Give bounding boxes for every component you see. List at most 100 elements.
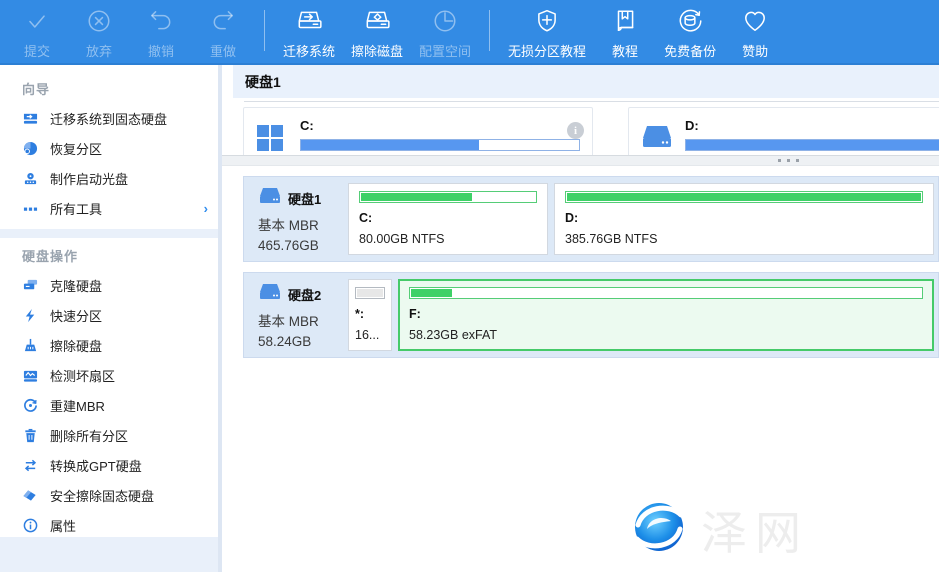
hard-drive-icon <box>641 118 671 155</box>
sidebar-section-divider <box>0 229 218 238</box>
tutorial-label: 教程 <box>612 44 638 59</box>
volume-overview: C: i D: <box>243 107 939 155</box>
sidebar-item-all-tools[interactable]: 所有工具 › <box>0 193 218 223</box>
lightning-icon <box>22 307 38 323</box>
toolbar: 提交 放弃 撤销 重做 迁移系统 擦除磁盘 配置空间 无损分区教程 教程 免费备… <box>0 0 939 65</box>
sidebar-item-delete-all-partitions[interactable]: 删除所有分区 <box>0 420 218 450</box>
disk-scheme: MBR <box>289 218 319 233</box>
info-icon[interactable]: i <box>567 122 584 139</box>
migrate-system-button[interactable]: 迁移系统 <box>275 0 343 63</box>
wipe-disk-label: 擦除磁盘 <box>351 44 403 59</box>
partition-info: 58.23GB exFAT <box>409 328 923 342</box>
sidebar-section-disk-ops-title: 硬盘操作 <box>0 244 218 270</box>
sidebar-item-secure-erase-ssd[interactable]: 安全擦除固态硬盘 <box>0 480 218 510</box>
shield-plus-icon <box>534 6 560 36</box>
volume-letter: C: <box>300 118 580 133</box>
sidebar-item-label: 擦除硬盘 <box>50 336 102 355</box>
partition-usage-bar <box>565 191 923 203</box>
pie-chart-icon <box>22 140 38 156</box>
partition-usage-bar <box>409 287 923 299</box>
discard-button[interactable]: 放弃 <box>68 0 130 63</box>
disk-row-2: 硬盘2 基本 MBR 58.24GB *: 16... F: 58.23GB e… <box>243 272 939 358</box>
surface-test-icon <box>22 367 38 383</box>
disk-row-1: 硬盘1 基本 MBR 465.76GB C: 80.00GB NTFS D: 3… <box>243 176 939 262</box>
sidebar-item-label: 制作启动光盘 <box>50 169 128 188</box>
trash-icon <box>22 427 38 443</box>
toolbar-separator <box>264 10 265 51</box>
partition-letter: D: <box>565 211 923 225</box>
disk-size: 465.76GB <box>258 238 348 253</box>
submit-label: 提交 <box>24 44 50 59</box>
undo-arrow-icon <box>148 6 174 36</box>
partition-info: 385.76GB NTFS <box>565 232 923 246</box>
toolbar-separator <box>489 10 490 51</box>
partition-unnamed[interactable]: *: 16... <box>348 279 392 351</box>
sidebar-item-clone-disk[interactable]: 克隆硬盘 <box>0 270 218 300</box>
disk-arrow-icon <box>22 110 38 126</box>
redo-arrow-icon <box>210 6 236 36</box>
cancel-circle-icon <box>86 6 112 36</box>
sidebar-item-label: 重建MBR <box>50 396 105 415</box>
disk1-info[interactable]: 硬盘1 基本 MBR 465.76GB <box>244 183 348 255</box>
sidebar-item-check-bad-sectors[interactable]: 检测坏扇区 <box>0 360 218 390</box>
partition-letter: C: <box>359 211 537 225</box>
disk-name: 硬盘1 <box>288 189 321 208</box>
pie-clock-icon <box>432 6 458 36</box>
sidebar-item-label: 克隆硬盘 <box>50 276 102 295</box>
sponsor-label: 赞助 <box>742 44 768 59</box>
tutorial-button[interactable]: 教程 <box>594 0 656 63</box>
disk-size: 58.24GB <box>258 334 348 349</box>
volume-card-c[interactable]: C: i <box>243 107 593 155</box>
wipe-disk-button[interactable]: 擦除磁盘 <box>343 0 411 63</box>
sidebar-section-wizard-title: 向导 <box>0 77 218 103</box>
redo-label: 重做 <box>210 44 236 59</box>
sidebar-item-label: 所有工具 <box>50 199 102 218</box>
sidebar-item-properties[interactable]: 属性 <box>0 510 218 540</box>
disk2-info[interactable]: 硬盘2 基本 MBR 58.24GB <box>244 279 348 351</box>
sidebar-item-label: 安全擦除固态硬盘 <box>50 486 154 505</box>
sidebar-item-label: 恢复分区 <box>50 139 102 158</box>
volume-card-d[interactable]: D: <box>628 107 939 155</box>
partition-info: 16... <box>355 328 385 342</box>
clone-disks-icon <box>22 277 38 293</box>
disk-scheme: MBR <box>289 314 319 329</box>
rebuild-circular-arrow-icon <box>22 397 38 413</box>
watermark: 泽网 <box>627 495 809 564</box>
tab-disk1[interactable]: 硬盘1 <box>233 72 281 92</box>
panel-splitter[interactable] <box>222 155 939 166</box>
redo-button[interactable]: 重做 <box>192 0 254 63</box>
allocate-space-button[interactable]: 配置空间 <box>411 0 479 63</box>
volume-letter: D: <box>685 118 939 133</box>
partition-tutorial-label: 无损分区教程 <box>508 44 586 59</box>
free-backup-label: 免费备份 <box>664 44 716 59</box>
heart-icon <box>742 6 768 36</box>
watermark-text: 泽网 <box>701 497 809 563</box>
sidebar-item-convert-to-gpt[interactable]: 转换成GPT硬盘 <box>0 450 218 480</box>
undo-label: 撤销 <box>148 44 174 59</box>
disk-eraser-icon <box>363 6 391 36</box>
book-icon <box>612 6 638 36</box>
sidebar-item-label: 删除所有分区 <box>50 426 128 445</box>
undo-button[interactable]: 撤销 <box>130 0 192 63</box>
partition-letter: F: <box>409 307 923 321</box>
sponsor-button[interactable]: 赞助 <box>724 0 786 63</box>
partition-f-selected[interactable]: F: 58.23GB exFAT <box>398 279 934 351</box>
broom-icon <box>22 337 38 353</box>
sidebar-item-migrate-to-ssd[interactable]: 迁移系统到固态硬盘 <box>0 103 218 133</box>
disk-type: 基本 <box>258 218 285 233</box>
sidebar: 向导 迁移系统到固态硬盘 恢复分区 制作启动光盘 所有工具 › 硬盘操作 <box>0 65 222 572</box>
sidebar-item-label: 迁移系统到固态硬盘 <box>50 109 167 128</box>
allocate-space-label: 配置空间 <box>419 44 471 59</box>
partition-c[interactable]: C: 80.00GB NTFS <box>348 183 548 255</box>
sidebar-item-wipe-disk[interactable]: 擦除硬盘 <box>0 330 218 360</box>
partition-d[interactable]: D: 385.76GB NTFS <box>554 183 934 255</box>
partition-usage-bar <box>355 287 385 299</box>
sidebar-item-rebuild-mbr[interactable]: 重建MBR <box>0 390 218 420</box>
sidebar-item-bootable-media[interactable]: 制作启动光盘 <box>0 163 218 193</box>
free-backup-button[interactable]: 免费备份 <box>656 0 724 63</box>
submit-button[interactable]: 提交 <box>6 0 68 63</box>
sidebar-item-quick-partition[interactable]: 快速分区 <box>0 300 218 330</box>
hard-drive-icon <box>258 187 282 210</box>
sidebar-item-recover-partition[interactable]: 恢复分区 <box>0 133 218 163</box>
partition-tutorial-button[interactable]: 无损分区教程 <box>500 0 594 63</box>
